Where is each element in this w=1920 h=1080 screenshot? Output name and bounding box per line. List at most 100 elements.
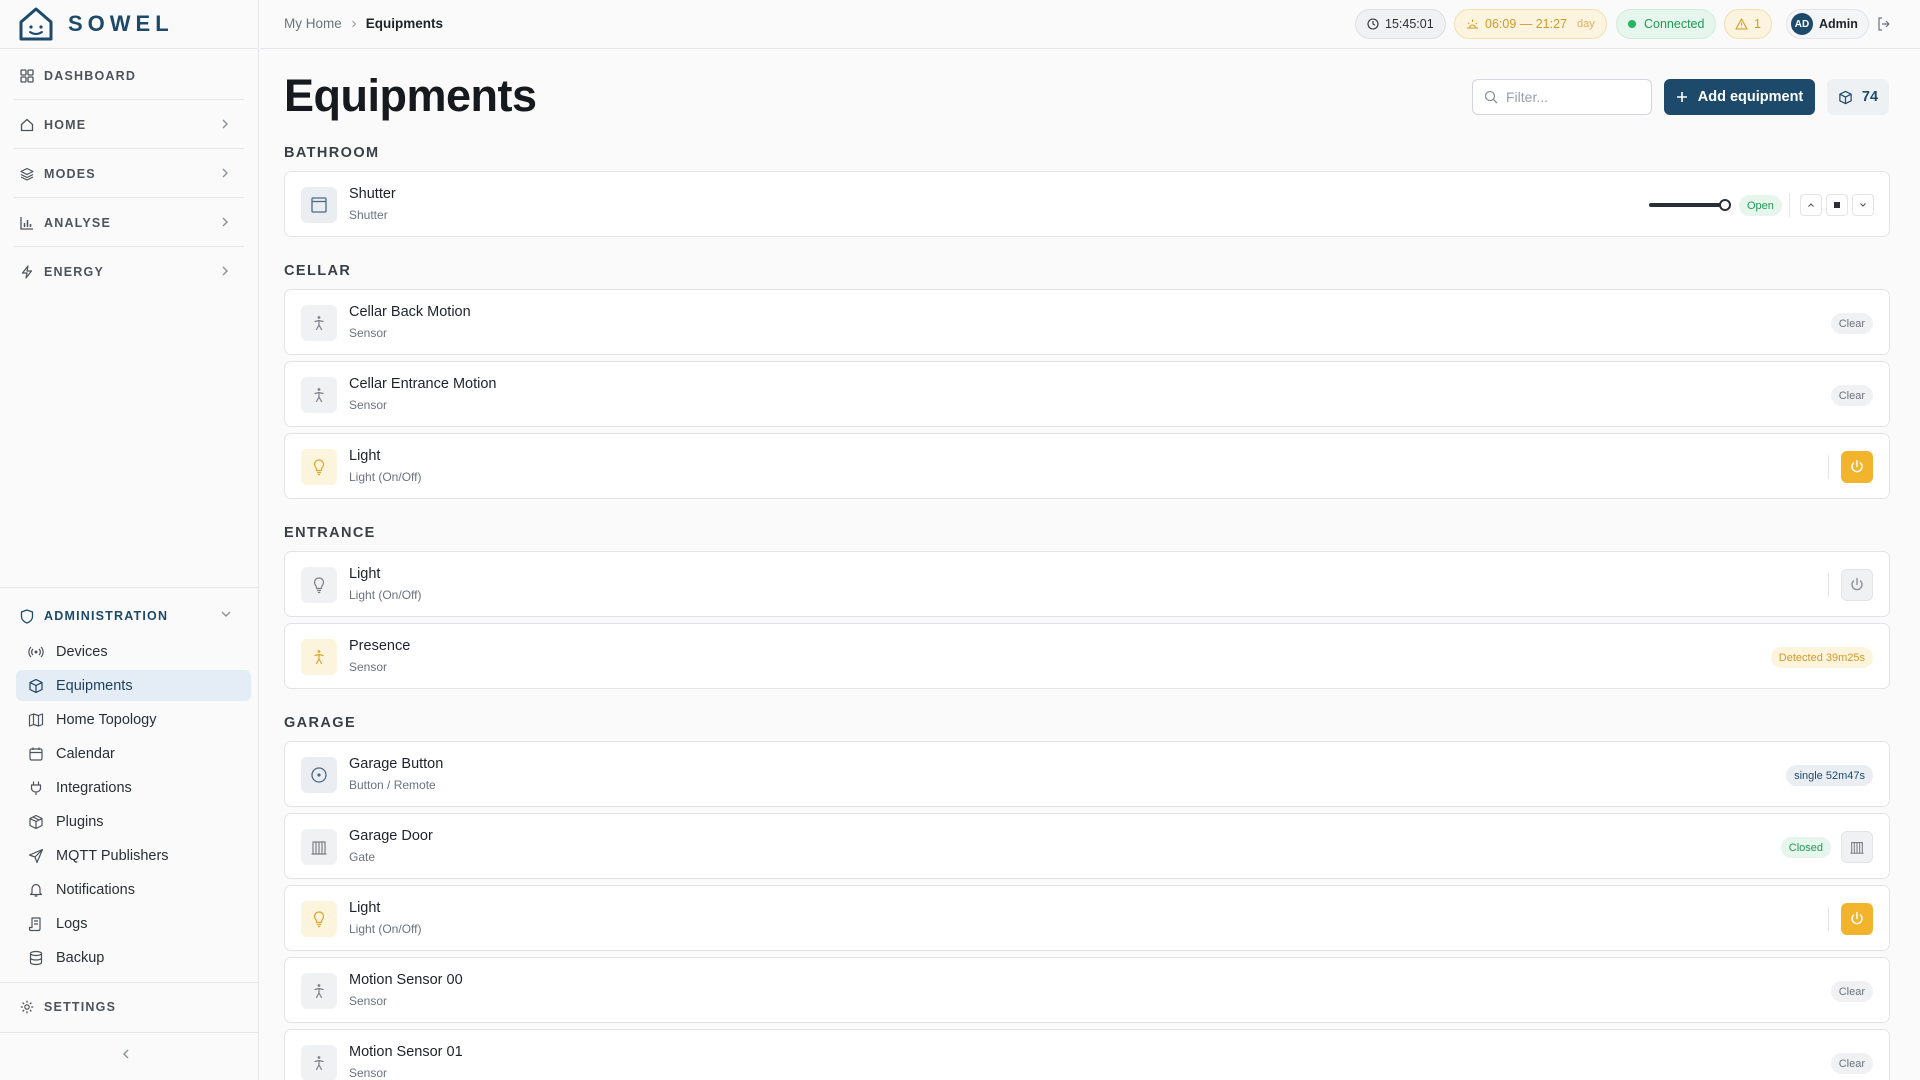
clock-badge: 15:45:01 bbox=[1355, 9, 1446, 39]
nav-dashboard[interactable]: DASHBOARD bbox=[14, 52, 244, 100]
plus-icon bbox=[1676, 92, 1687, 102]
power-icon bbox=[1851, 459, 1863, 473]
status-badge: single 52m47s bbox=[1786, 765, 1873, 786]
equipment-card[interactable]: Light Light (On/Off) bbox=[284, 885, 1890, 951]
equipment-name: Light bbox=[349, 900, 381, 916]
power-toggle-button[interactable] bbox=[1841, 451, 1873, 483]
nav-modes[interactable]: MODES bbox=[14, 150, 244, 198]
home-icon bbox=[20, 118, 34, 131]
sidebar-item-calendar[interactable]: Calendar bbox=[16, 738, 251, 769]
equipment-card[interactable]: Cellar Back Motion Sensor Clear bbox=[284, 289, 1890, 355]
sidebar-item-logs[interactable]: Logs bbox=[16, 908, 251, 939]
status-dot-icon bbox=[1628, 20, 1636, 28]
equipment-count-value: 74 bbox=[1861, 89, 1879, 105]
equipment-count: 74 bbox=[1827, 79, 1889, 115]
shutter-position-slider[interactable] bbox=[1649, 199, 1731, 211]
nav-administration-label: ADMINISTRATION bbox=[44, 609, 169, 623]
nav-energy-label: ENERGY bbox=[44, 265, 104, 279]
equipment-card[interactable]: Light Light (On/Off) bbox=[284, 551, 1890, 617]
equipment-type: Sensor bbox=[349, 1066, 388, 1080]
equipment-card[interactable]: Presence Sensor Detected 39m25s bbox=[284, 623, 1890, 689]
sidebar-item-backup[interactable]: Backup bbox=[16, 942, 251, 973]
shutter-stop-button[interactable] bbox=[1826, 194, 1848, 216]
sidebar-item-label: MQTT Publishers bbox=[56, 847, 169, 864]
bell-icon bbox=[29, 883, 43, 897]
nav-dashboard-label: DASHBOARD bbox=[44, 68, 137, 83]
lightbulb-icon bbox=[301, 901, 337, 937]
gate-toggle-button[interactable] bbox=[1841, 831, 1873, 863]
equipment-type: Sensor bbox=[349, 398, 388, 412]
lightbulb-icon bbox=[301, 567, 337, 603]
nav-settings[interactable]: SETTINGS bbox=[14, 982, 244, 1032]
package-icon bbox=[29, 814, 43, 829]
scroll-icon bbox=[28, 916, 41, 931]
nav-home[interactable]: HOME bbox=[14, 101, 244, 149]
equipment-name: Motion Sensor 01 bbox=[349, 1044, 463, 1060]
nav-analyse[interactable]: ANALYSE bbox=[14, 199, 244, 247]
chevron-right-icon bbox=[222, 168, 228, 178]
equipment-card[interactable]: Garage Door Gate Closed bbox=[284, 813, 1890, 879]
nav-administration[interactable]: ADMINISTRATION bbox=[20, 605, 244, 627]
sidebar-item-mqtt-publishers[interactable]: MQTT Publishers bbox=[16, 840, 251, 871]
equipment-card[interactable]: Cellar Entrance Motion Sensor Clear bbox=[284, 361, 1890, 427]
section-garage: GARAGE bbox=[284, 715, 357, 731]
status-badge: Clear bbox=[1830, 1053, 1873, 1074]
user-menu[interactable]: AD Admin bbox=[1786, 9, 1869, 39]
equipment-name: Garage Door bbox=[349, 828, 433, 844]
filter-input[interactable] bbox=[1506, 89, 1636, 105]
motion-person-icon bbox=[301, 377, 337, 413]
equipment-type: Light (On/Off) bbox=[349, 922, 422, 936]
collapse-sidebar-icon[interactable] bbox=[120, 1047, 132, 1061]
equipment-type: Shutter bbox=[349, 208, 388, 222]
lightbulb-icon bbox=[301, 449, 337, 485]
status-badge: Clear bbox=[1830, 313, 1873, 334]
equipment-card[interactable]: Garage Button Button / Remote single 52m… bbox=[284, 741, 1890, 807]
add-equipment-label: Add equipment bbox=[1697, 89, 1804, 105]
bar-chart-icon bbox=[20, 216, 33, 230]
shutter-down-button[interactable] bbox=[1852, 194, 1874, 216]
topbar: My Home Equipments 15:45:01 06:09 — 21:2… bbox=[260, 0, 1920, 49]
sidebar-item-equipments[interactable]: Equipments bbox=[16, 670, 251, 701]
equipment-card[interactable]: Motion Sensor 00 Sensor Clear bbox=[284, 957, 1890, 1023]
equipment-name: Light bbox=[349, 448, 381, 464]
filter-field[interactable] bbox=[1472, 79, 1652, 115]
sidebar-item-notifications[interactable]: Notifications bbox=[16, 874, 251, 905]
slider-thumb[interactable] bbox=[1719, 199, 1731, 211]
add-equipment-button[interactable]: Add equipment bbox=[1664, 79, 1815, 115]
divider bbox=[1828, 907, 1829, 931]
logout-icon[interactable] bbox=[1876, 16, 1892, 32]
send-icon bbox=[28, 848, 44, 863]
sidebar-item-devices[interactable]: Devices bbox=[16, 636, 251, 667]
cube-icon bbox=[1839, 90, 1852, 104]
sidebar-item-plugins[interactable]: Plugins bbox=[16, 806, 251, 837]
status-badge: Clear bbox=[1830, 981, 1873, 1002]
nav-energy[interactable]: ENERGY bbox=[14, 248, 244, 296]
motion-person-icon bbox=[301, 973, 337, 1009]
equipment-card[interactable]: Motion Sensor 01 Sensor Clear bbox=[284, 1029, 1890, 1080]
power-toggle-button[interactable] bbox=[1841, 903, 1873, 935]
clock-icon bbox=[1367, 18, 1379, 30]
stop-icon bbox=[1834, 202, 1840, 208]
shield-icon bbox=[20, 608, 34, 624]
logo[interactable]: SOWEL bbox=[18, 6, 174, 42]
breadcrumb-home[interactable]: My Home bbox=[284, 16, 342, 31]
equipment-name: Presence bbox=[349, 638, 411, 654]
equipment-card[interactable]: Light Light (On/Off) bbox=[284, 433, 1890, 499]
divider bbox=[0, 48, 259, 49]
user-name: Admin bbox=[1819, 17, 1858, 31]
chevron-down-icon bbox=[1860, 203, 1866, 207]
divider bbox=[0, 587, 259, 588]
equipment-card[interactable]: Shutter Shutter Open bbox=[284, 171, 1890, 237]
gear-icon bbox=[20, 1000, 34, 1014]
chevron-right-icon bbox=[222, 119, 228, 129]
sidebar-item-label: Devices bbox=[56, 643, 108, 660]
motion-person-icon bbox=[301, 305, 337, 341]
shutter-up-button[interactable] bbox=[1800, 194, 1822, 216]
alerts-badge[interactable]: 1 bbox=[1724, 9, 1772, 39]
sidebar-item-integrations[interactable]: Integrations bbox=[16, 772, 251, 803]
alerts-count: 1 bbox=[1754, 17, 1761, 31]
chevron-down-icon bbox=[221, 611, 231, 617]
sidebar-item-home-topology[interactable]: Home Topology bbox=[16, 704, 251, 735]
power-toggle-button[interactable] bbox=[1841, 569, 1873, 601]
equipment-name: Shutter bbox=[349, 186, 396, 202]
